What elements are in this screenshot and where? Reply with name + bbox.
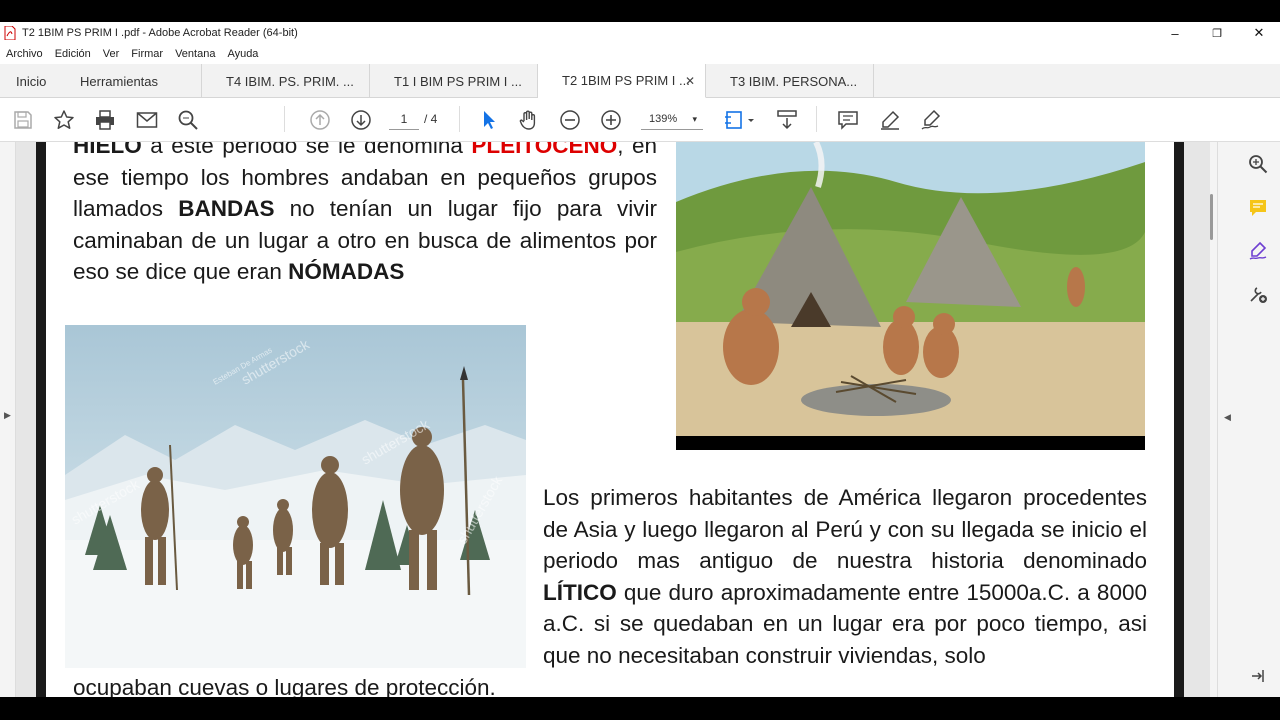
tab-herramientas[interactable]: Herramientas — [66, 64, 202, 98]
expand-arrow-icon: ▶ — [4, 410, 11, 420]
toolbar — [0, 98, 1280, 142]
left-panel-toggle[interactable]: ▶ — [0, 142, 16, 697]
search-icon[interactable] — [176, 108, 200, 132]
comment-pane-icon[interactable] — [1246, 196, 1270, 220]
star-icon[interactable] — [52, 108, 76, 132]
previous-page-icon[interactable] — [308, 108, 332, 132]
tab-inicio[interactable]: Inicio — [0, 64, 66, 98]
zoom-in-icon[interactable] — [599, 108, 623, 132]
zoom-pane-icon[interactable] — [1246, 152, 1270, 176]
paragraph-nomadas: HIELO a este periodo se le denomina PLEI… — [73, 142, 657, 285]
scrollbar-thumb[interactable] — [1210, 194, 1213, 240]
page-number-input[interactable]: 1 — [389, 108, 419, 130]
pdf-file-icon — [4, 26, 16, 40]
menu-bar: Archivo Edición Ver Firmar Ventana Ayuda — [0, 44, 1280, 64]
tab-document-t2[interactable]: T2 1BIM PS PRIM I ... ✕ — [538, 64, 706, 98]
right-tools-pane: ◀ — [1217, 142, 1280, 697]
close-tab-icon[interactable]: ✕ — [685, 74, 695, 88]
fill-sign-icon[interactable] — [1246, 239, 1270, 263]
image-camp-scene — [676, 142, 1145, 450]
hand-tool-icon[interactable] — [517, 108, 541, 132]
tab-label: T3 IBIM. PERSONA... — [730, 73, 858, 89]
document-viewer[interactable]: ▶ HIELO a este periodo se le denomina PL… — [0, 142, 1240, 697]
screen-letterbox-top — [0, 0, 1280, 22]
sign-icon[interactable] — [919, 108, 943, 132]
toolbar-divider — [459, 106, 460, 132]
chevron-down-icon: ▾ — [692, 114, 697, 124]
zoom-out-icon[interactable] — [558, 108, 582, 132]
tab-label: T4 IBIM. PS. PRIM. ... — [226, 73, 354, 89]
image-hunters-in-snow: shutterstock shutterstock shutterstock s… — [65, 325, 526, 668]
print-icon[interactable] — [93, 108, 117, 132]
paragraph-cuevas: ocupaban cuevas o lugares de protección. — [73, 675, 496, 697]
zoom-value: 139% — [649, 113, 678, 125]
tab-bar: Inicio Herramientas T4 IBIM. PS. PRIM. .… — [0, 64, 1280, 98]
menu-ver[interactable]: Ver — [103, 48, 120, 60]
select-cursor-icon[interactable] — [476, 108, 500, 132]
toolbar-divider — [284, 106, 285, 132]
window-title: T2 1BIM PS PRIM I .pdf - Adobe Acrobat R… — [22, 27, 298, 39]
paragraph-litico: Los primeros habitantes de América llega… — [543, 485, 1147, 668]
minimize-button[interactable]: – — [1154, 22, 1196, 44]
comment-icon[interactable] — [836, 108, 860, 132]
page-total: / 4 — [424, 112, 438, 126]
pdf-page: HIELO a este periodo se le denomina PLEI… — [36, 142, 1184, 697]
tab-document-t1[interactable]: T1 I BIM PS PRIM I ... — [370, 64, 538, 98]
zoom-dropdown[interactable]: 139% ▾ — [641, 108, 703, 130]
next-page-icon[interactable] — [349, 108, 373, 132]
screen-letterbox-bottom — [0, 697, 1280, 720]
tab-document-t4[interactable]: T4 IBIM. PS. PRIM. ... — [202, 64, 370, 98]
title-bar: T2 1BIM PS PRIM I .pdf - Adobe Acrobat R… — [0, 22, 1280, 44]
highlight-pen-icon[interactable] — [878, 108, 902, 132]
maximize-button[interactable]: ❐ — [1196, 22, 1238, 44]
menu-ayuda[interactable]: Ayuda — [227, 48, 258, 60]
save-icon[interactable] — [11, 108, 35, 132]
menu-ventana[interactable]: Ventana — [175, 48, 215, 60]
tab-document-t3[interactable]: T3 IBIM. PERSONA... — [706, 64, 874, 98]
close-window-button[interactable]: ✕ — [1238, 22, 1280, 44]
more-tools-icon[interactable] — [1246, 282, 1270, 306]
tab-label: T2 1BIM PS PRIM I ... — [562, 73, 690, 88]
tab-label: T1 I BIM PS PRIM I ... — [394, 73, 522, 89]
collapse-right-pane-icon[interactable] — [1246, 664, 1270, 688]
scroll-mode-icon[interactable] — [775, 108, 799, 132]
menu-archivo[interactable]: Archivo — [6, 48, 43, 60]
menu-edicion[interactable]: Edición — [55, 48, 91, 60]
menu-firmar[interactable]: Firmar — [131, 48, 163, 60]
page-fit-icon[interactable] — [722, 108, 756, 132]
toolbar-divider — [816, 106, 817, 132]
collapse-pane-icon[interactable]: ◀ — [1224, 412, 1231, 423]
acrobat-window: T2 1BIM PS PRIM I .pdf - Adobe Acrobat R… — [0, 0, 1280, 720]
email-icon[interactable] — [135, 108, 159, 132]
